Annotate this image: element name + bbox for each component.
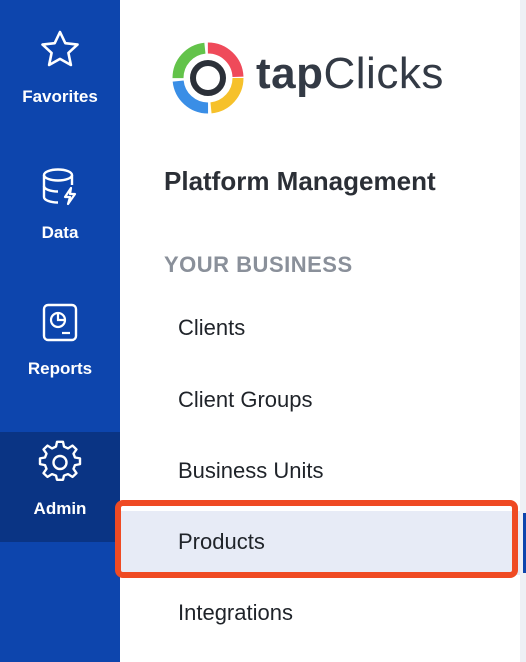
menu-item-integrations[interactable]: Integrations: [120, 582, 520, 646]
panel-title: Platform Management: [164, 166, 436, 196]
rail-item-reports[interactable]: Reports: [0, 292, 120, 402]
sidebar-rail: Favorites Data Reports Admin: [0, 0, 120, 662]
menu-item-business-units[interactable]: Business Units: [120, 440, 520, 504]
menu-item-client-groups[interactable]: Client Groups: [120, 369, 520, 433]
logo-wordmark: tapClicks: [256, 49, 444, 98]
gear-icon: [38, 440, 82, 484]
rail-item-admin[interactable]: Admin: [0, 432, 120, 542]
star-icon: [38, 28, 82, 72]
rail-item-label: Data: [41, 223, 79, 242]
menu-item-label: Client Groups: [178, 387, 313, 412]
admin-menu-panel: tapClicks Platform Management YOUR BUSIN…: [120, 0, 526, 662]
rail-item-label: Admin: [33, 499, 87, 518]
rail-item-label: Reports: [27, 359, 93, 378]
rail-item-data[interactable]: Data: [0, 156, 120, 266]
section-heading: YOUR BUSINESS: [164, 252, 353, 277]
menu-item-label: Business Units: [178, 458, 324, 483]
menu-item-label: Clients: [178, 315, 246, 340]
rail-item-label: Favorites: [22, 87, 98, 106]
database-icon: [38, 164, 82, 208]
report-icon: [38, 300, 82, 344]
rail-item-favorites[interactable]: Favorites: [0, 20, 120, 130]
tapclicks-logo: tapClicks: [168, 38, 488, 118]
menu-item-label: Integrations: [178, 600, 293, 625]
menu-item-products[interactable]: Products: [120, 511, 526, 575]
logo-mark-icon: [168, 38, 248, 118]
menu-item-label: Products: [178, 529, 265, 554]
menu-item-clients[interactable]: Clients: [120, 297, 520, 361]
